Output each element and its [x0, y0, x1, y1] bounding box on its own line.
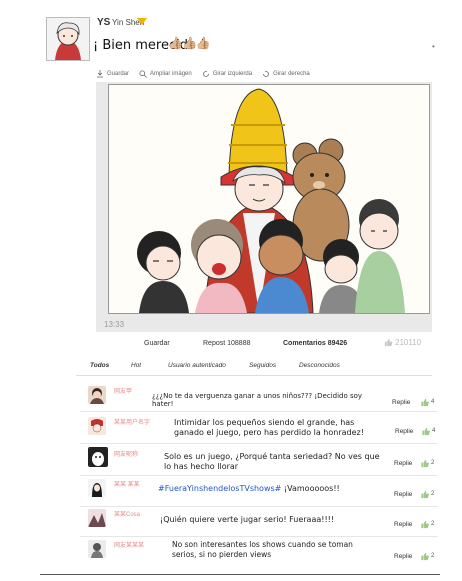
like-count: 2	[431, 553, 435, 559]
tab-hot[interactable]: Hot	[131, 362, 141, 369]
comment-tabs: Todos Hot Usuario autenticado Seguidos D…	[76, 357, 432, 375]
comment-item: 某某 某某 #FueraYinshendelosTVshows# ¡Vamooo…	[80, 477, 440, 507]
like-icon[interactable]	[420, 520, 430, 529]
stats-bar: Guardar Repost 108888 Comentarios 89426 …	[76, 336, 432, 352]
like-icon[interactable]	[420, 552, 430, 561]
commenter-avatar[interactable]	[88, 447, 108, 467]
save-image-label: Guardar	[107, 71, 130, 77]
tabs-divider	[76, 375, 432, 376]
like-icon[interactable]	[420, 459, 430, 468]
comments-button[interactable]: Comentarios 89426	[283, 340, 347, 347]
commenter-avatar[interactable]	[88, 386, 106, 404]
save-post-button[interactable]: Guardar	[144, 340, 170, 347]
repost-button[interactable]: Repost 108888	[203, 340, 250, 347]
commenter-avatar[interactable]	[88, 417, 106, 435]
comment-divider	[80, 475, 438, 476]
like-count: 4	[432, 428, 436, 434]
post-timestamp: 13:33	[104, 320, 125, 329]
comment-divider	[80, 443, 438, 444]
rotate-right-button[interactable]: Girar derecha	[262, 70, 310, 78]
commenter-username[interactable]: 某某 某某	[114, 479, 140, 488]
reply-button[interactable]: Replie	[394, 460, 412, 467]
verified-badge-icon	[137, 18, 147, 25]
rotate-right-label: Girar derecha	[273, 71, 310, 77]
zoom-image-label: Ampliar imágen	[150, 71, 192, 77]
rotate-left-label: Girar izquierda	[212, 71, 253, 77]
author-prefix: YS	[97, 17, 111, 28]
reply-button[interactable]: Replie	[395, 428, 413, 435]
comment-item: 网友昵称 Solo es un juego, ¿Porqué tanta ser…	[80, 445, 440, 475]
commenter-username[interactable]: 某某Cosa	[114, 509, 140, 518]
commenter-username[interactable]: 网友某某某	[114, 540, 144, 549]
reply-button[interactable]: Replie	[394, 553, 412, 560]
rotate-left-button[interactable]: Girar izquierda	[202, 70, 252, 78]
commenter-username[interactable]: 网友甲	[114, 386, 132, 395]
comment-text: #FueraYinshendelosTVshows# ¡Vamooooos!!	[158, 484, 388, 493]
like-count: 4	[431, 399, 435, 405]
commenter-username[interactable]: 网友昵称	[114, 449, 138, 458]
comment-item: 某某Cosa ¡Quién quiere verte jugar serio! …	[80, 507, 440, 537]
comment-text: No son interesantes los shows cuando se …	[172, 540, 353, 559]
reply-button[interactable]: Replie	[394, 521, 412, 528]
like-count: 2	[431, 521, 435, 527]
rotate-left-icon	[202, 71, 209, 77]
comment-text: ¿¿¿No te da verguenza ganar a unos niños…	[152, 392, 363, 408]
comment-item: 网友甲 ¿¿¿No te da verguenza ganar a unos n…	[80, 382, 440, 412]
comment-text: ¡Quién quiere verte jugar serio! Fueraaa…	[160, 515, 335, 524]
more-dot[interactable]: •	[432, 42, 435, 51]
comment-text-rest: ¡Vamooooos!!	[281, 484, 340, 493]
tab-authenticated-users[interactable]: Usuario autenticado	[168, 362, 226, 369]
likes-count: 210110	[395, 338, 422, 347]
commenter-avatar[interactable]	[88, 540, 106, 558]
like-count: 2	[431, 460, 435, 466]
comment-divider	[80, 411, 438, 412]
bottom-divider	[40, 574, 440, 575]
reply-button[interactable]: Replie	[392, 399, 410, 406]
like-icon[interactable]	[420, 490, 430, 499]
thumbs-up-icon	[384, 338, 393, 347]
tab-following[interactable]: Seguidos	[249, 362, 276, 369]
rotate-right-icon	[263, 71, 269, 77]
commenter-avatar[interactable]	[88, 509, 106, 527]
commenter-avatar[interactable]	[88, 479, 106, 497]
comment-item: 网友某某某 No son interesantes los shows cuan…	[80, 537, 440, 571]
image-toolbar: Guardar Ampliar imágen Girar izquierda G…	[96, 66, 310, 82]
magnifier-icon	[139, 70, 147, 78]
reply-button[interactable]: Replie	[394, 491, 412, 498]
tab-todos[interactable]: Todos	[90, 362, 109, 369]
comment-item: 某某用户名字 Intimidar los pequeños siendo el …	[80, 413, 440, 443]
save-image-button[interactable]: Guardar	[96, 70, 129, 78]
post-image[interactable]	[108, 84, 430, 314]
likes-button[interactable]: 210110	[384, 338, 421, 347]
comment-text: Intimidar los pequeños siendo el grande,…	[174, 418, 364, 437]
download-icon	[97, 70, 103, 78]
thumbs-up-emojis: 👍🏼👍🏼👍🏼	[168, 36, 211, 50]
like-icon[interactable]	[420, 398, 430, 407]
tab-unknown[interactable]: Desconocidos	[299, 362, 340, 369]
zoom-image-button[interactable]: Ampliar imágen	[139, 70, 192, 78]
like-count: 2	[431, 491, 435, 497]
hashtag-link[interactable]: #FueraYinshendelosTVshows#	[158, 484, 281, 493]
author-avatar[interactable]	[46, 17, 90, 61]
like-icon[interactable]	[421, 427, 431, 436]
comment-text: Solo es un juego, ¿Porqué tanta seriedad…	[164, 452, 380, 471]
commenter-username[interactable]: 某某用户名字	[114, 417, 150, 426]
comic-illustration	[109, 85, 429, 313]
